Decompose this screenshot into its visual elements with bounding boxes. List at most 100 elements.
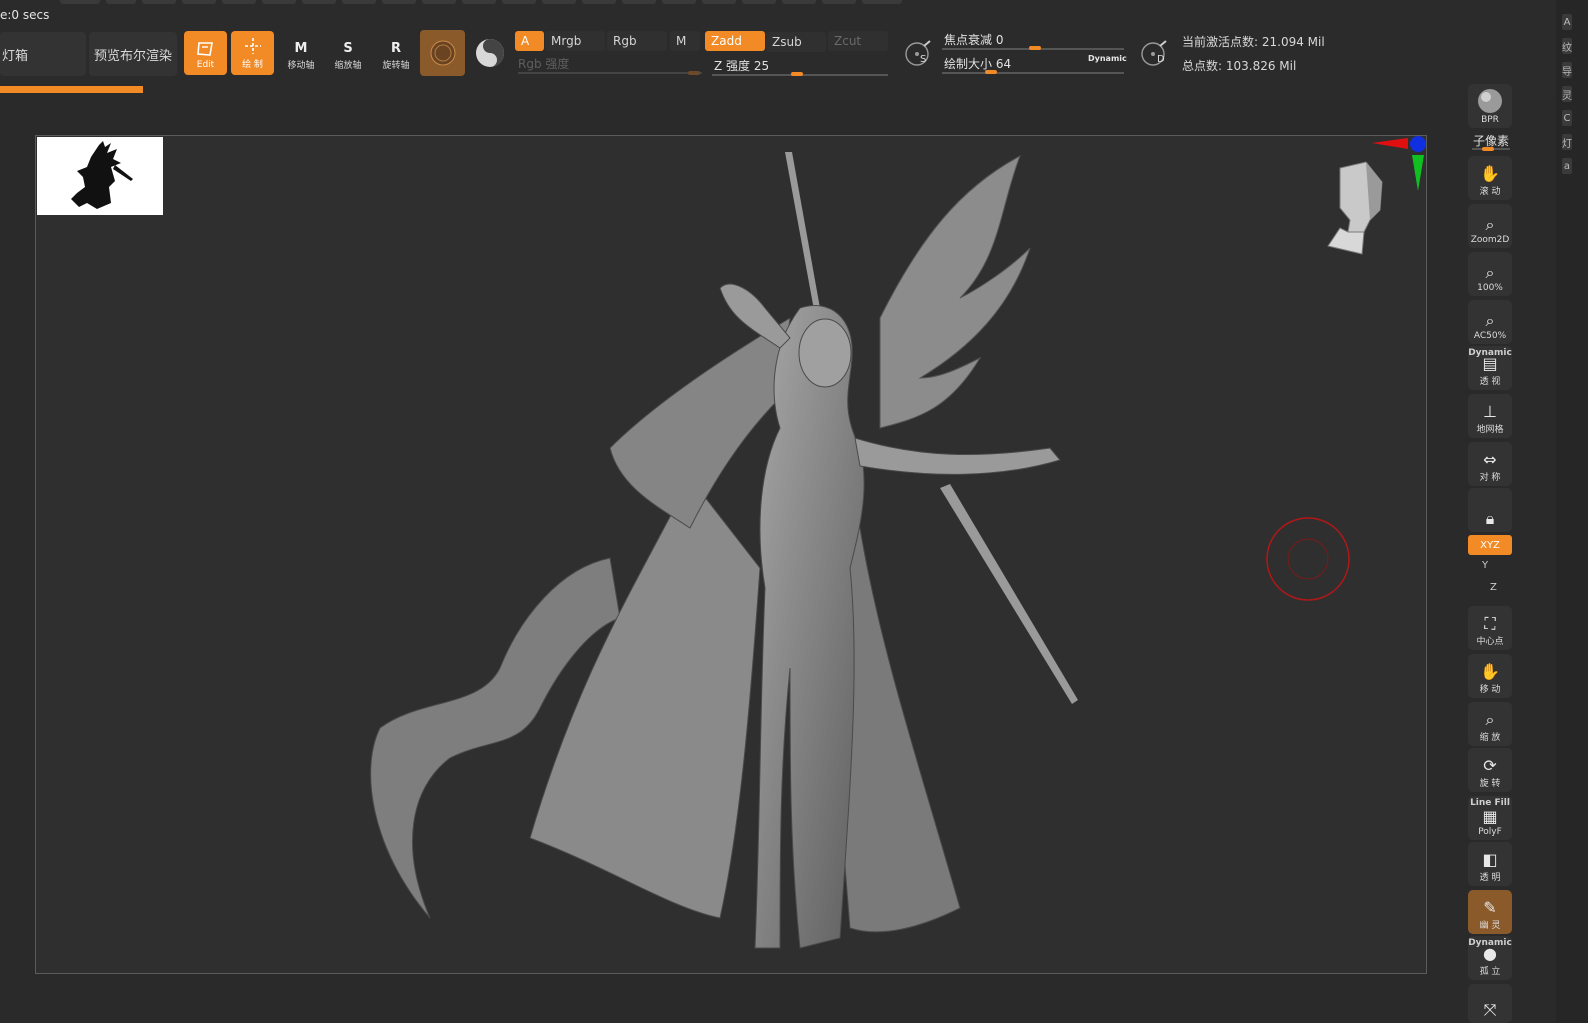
half-size-button[interactable]: ⌕ AC50% — [1468, 300, 1512, 344]
rotate-xyz-toggle[interactable]: XYZ — [1468, 535, 1512, 555]
rgb-intensity-slider[interactable] — [518, 72, 702, 74]
floor-icon: ⊥ — [1483, 402, 1497, 421]
zoom2d-button[interactable]: ⌕ Zoom2D — [1468, 204, 1512, 248]
rgb-toggle[interactable]: Rgb — [607, 31, 667, 51]
edit-button[interactable]: Edit — [184, 31, 227, 75]
magnifier-100-icon: ⌕ — [1485, 263, 1495, 282]
ghost-button[interactable]: ✎ 幽 灵 — [1468, 890, 1512, 934]
draw-size-slider[interactable] — [942, 72, 1124, 74]
xyz-label: XYZ — [1480, 539, 1500, 551]
zadd-toggle[interactable]: Zadd — [705, 31, 765, 51]
solo-button[interactable]: Dynamic ● 孤 立 — [1468, 936, 1512, 980]
d-label: D — [1157, 54, 1165, 65]
transparent-label: 透 明 — [1479, 873, 1501, 883]
zcut-toggle[interactable]: Zcut — [828, 31, 888, 51]
brush-sphere-icon — [476, 39, 504, 67]
magnifier-50-icon: ⌕ — [1485, 311, 1495, 330]
symmetry-button[interactable]: ⇔ 对 称 — [1468, 442, 1512, 486]
orientation-head-icon[interactable] — [1322, 158, 1386, 258]
zoom-icon: ⌕ — [1485, 710, 1495, 729]
right-shelf: BPR 子像素 ✋ 滚 动 ⌕ Zoom2D ⌕ 100% ⌕ AC50% Dynami… — [1466, 84, 1516, 1023]
hand-icon: ✋ — [1480, 164, 1500, 183]
draw-label: 绘 制 — [242, 60, 263, 70]
z-label: Z — [1490, 582, 1497, 593]
edge-tab-3[interactable]: 导 — [1562, 62, 1572, 78]
perspective-dynamic-label: Dynamic — [1468, 348, 1512, 358]
lightbox-button[interactable]: 灯箱 — [0, 32, 86, 76]
x-axis-arrow — [1372, 138, 1408, 149]
transparent-button[interactable]: ◧ 透 明 — [1468, 842, 1512, 886]
lazy-mouse-s-button[interactable]: S — [898, 34, 938, 74]
symmetry-arrows-icon: ⇔ — [1483, 450, 1497, 469]
move-button[interactable]: M 移动轴 — [281, 31, 321, 75]
dynamic-size-toggle[interactable]: Dynamic — [1088, 54, 1127, 63]
mrgb-toggle[interactable]: Mrgb — [545, 31, 605, 51]
sculpt-model[interactable] — [360, 148, 1080, 958]
rotate-z-toggle[interactable]: Z — [1490, 582, 1497, 593]
a-mode-toggle[interactable]: A — [515, 31, 544, 51]
camera-lock-button[interactable]: 🔒︎ — [1468, 488, 1512, 532]
edge-tab-5[interactable]: C — [1562, 110, 1572, 126]
scale-label: 缩放轴 — [334, 61, 362, 71]
edge-tab-2[interactable]: 纹 — [1562, 38, 1572, 54]
center-label: 中心点 — [1476, 637, 1504, 647]
draw-size-label: 绘制大小 64 — [944, 57, 1012, 71]
perspective-button[interactable]: Dynamic ▤ 透 视 — [1468, 346, 1512, 390]
bpr-preview-label: 预览布尔渲染 — [93, 48, 172, 64]
floor-label: 地网格 — [1476, 425, 1504, 435]
scroll-button[interactable]: ✋ 滚 动 — [1468, 156, 1512, 200]
transpose-button[interactable]: ⤧ — [1468, 984, 1512, 1023]
scale-key-icon: S — [343, 41, 353, 56]
move-view-button[interactable]: ✋ 移 动 — [1468, 654, 1512, 698]
focal-shift-knob[interactable] — [1029, 46, 1041, 50]
scale-button[interactable]: S 缩放轴 — [328, 31, 368, 75]
z-intensity-label: Z 强度 25 — [714, 59, 770, 73]
rgb-intensity-knob[interactable] — [688, 71, 700, 75]
move-key-icon: M — [294, 41, 308, 56]
move-hand-icon: ✋ — [1480, 662, 1500, 681]
zadd-label: Zadd — [711, 34, 742, 48]
floor-grid-button[interactable]: ⊥ 地网格 — [1468, 394, 1512, 438]
solo-icon: ● — [1483, 944, 1497, 963]
edge-tab-6[interactable]: 灯 — [1562, 134, 1572, 150]
m-toggle[interactable]: M — [670, 31, 700, 51]
edge-tab-7[interactable]: a — [1562, 158, 1572, 174]
rotate-view-button[interactable]: ⟳ 旋 转 — [1468, 748, 1512, 792]
sphere-icon — [1478, 89, 1502, 113]
draw-button[interactable]: 绘 制 — [231, 31, 274, 75]
material-button[interactable] — [420, 30, 465, 76]
expand-icon: ⤧ — [1483, 1000, 1497, 1019]
brush-select-button[interactable] — [470, 30, 510, 76]
rgb-label: Rgb — [613, 34, 637, 48]
edge-tab-4[interactable]: 灵 — [1562, 86, 1572, 102]
rotate-key-icon: R — [390, 41, 401, 56]
frame-center-button[interactable]: ⛶ 中心点 — [1468, 606, 1512, 650]
actual-size-button[interactable]: ⌕ 100% — [1468, 252, 1512, 296]
dynamic-d-button[interactable]: D — [1134, 34, 1174, 74]
mrgb-label: Mrgb — [551, 34, 582, 48]
rotate-button[interactable]: R 旋转轴 — [376, 31, 416, 75]
brush-cursor — [1266, 517, 1350, 601]
frame-icon: ⛶ — [1484, 614, 1496, 633]
zsub-toggle[interactable]: Zsub — [766, 32, 826, 52]
lightbox-label: 灯箱 — [2, 48, 29, 64]
navigator-thumbnail[interactable] — [37, 137, 163, 215]
z-intensity-knob[interactable] — [791, 72, 803, 76]
bpr-render-button[interactable]: BPR — [1468, 84, 1512, 128]
move-label: 移动轴 — [287, 61, 315, 71]
bpr-preview-button[interactable]: 预览布尔渲染 — [89, 32, 177, 76]
subpixel-knob[interactable] — [1482, 147, 1494, 151]
right-tray: A 纹 导 灵 C 灯 a — [1556, 0, 1588, 1023]
scale-view-button[interactable]: ⌕ 缩 放 — [1468, 702, 1512, 746]
draw-size-knob[interactable] — [985, 70, 997, 74]
rotate-y-toggle[interactable]: Y — [1482, 560, 1488, 571]
edge-tab-1[interactable]: A — [1562, 14, 1572, 30]
s-label: S — [920, 54, 927, 65]
symmetry-label: 对 称 — [1479, 473, 1501, 483]
polyframe-button[interactable]: Line Fill ▦ PolyF — [1468, 796, 1512, 840]
rotate-label: 旋转轴 — [382, 61, 410, 71]
zoom100-label: 100% — [1477, 283, 1503, 293]
right-arm-shape — [854, 437, 1061, 475]
polyframe-grid-icon: ▦ — [1482, 807, 1498, 826]
magnifier-icon: ⌕ — [1485, 215, 1495, 234]
